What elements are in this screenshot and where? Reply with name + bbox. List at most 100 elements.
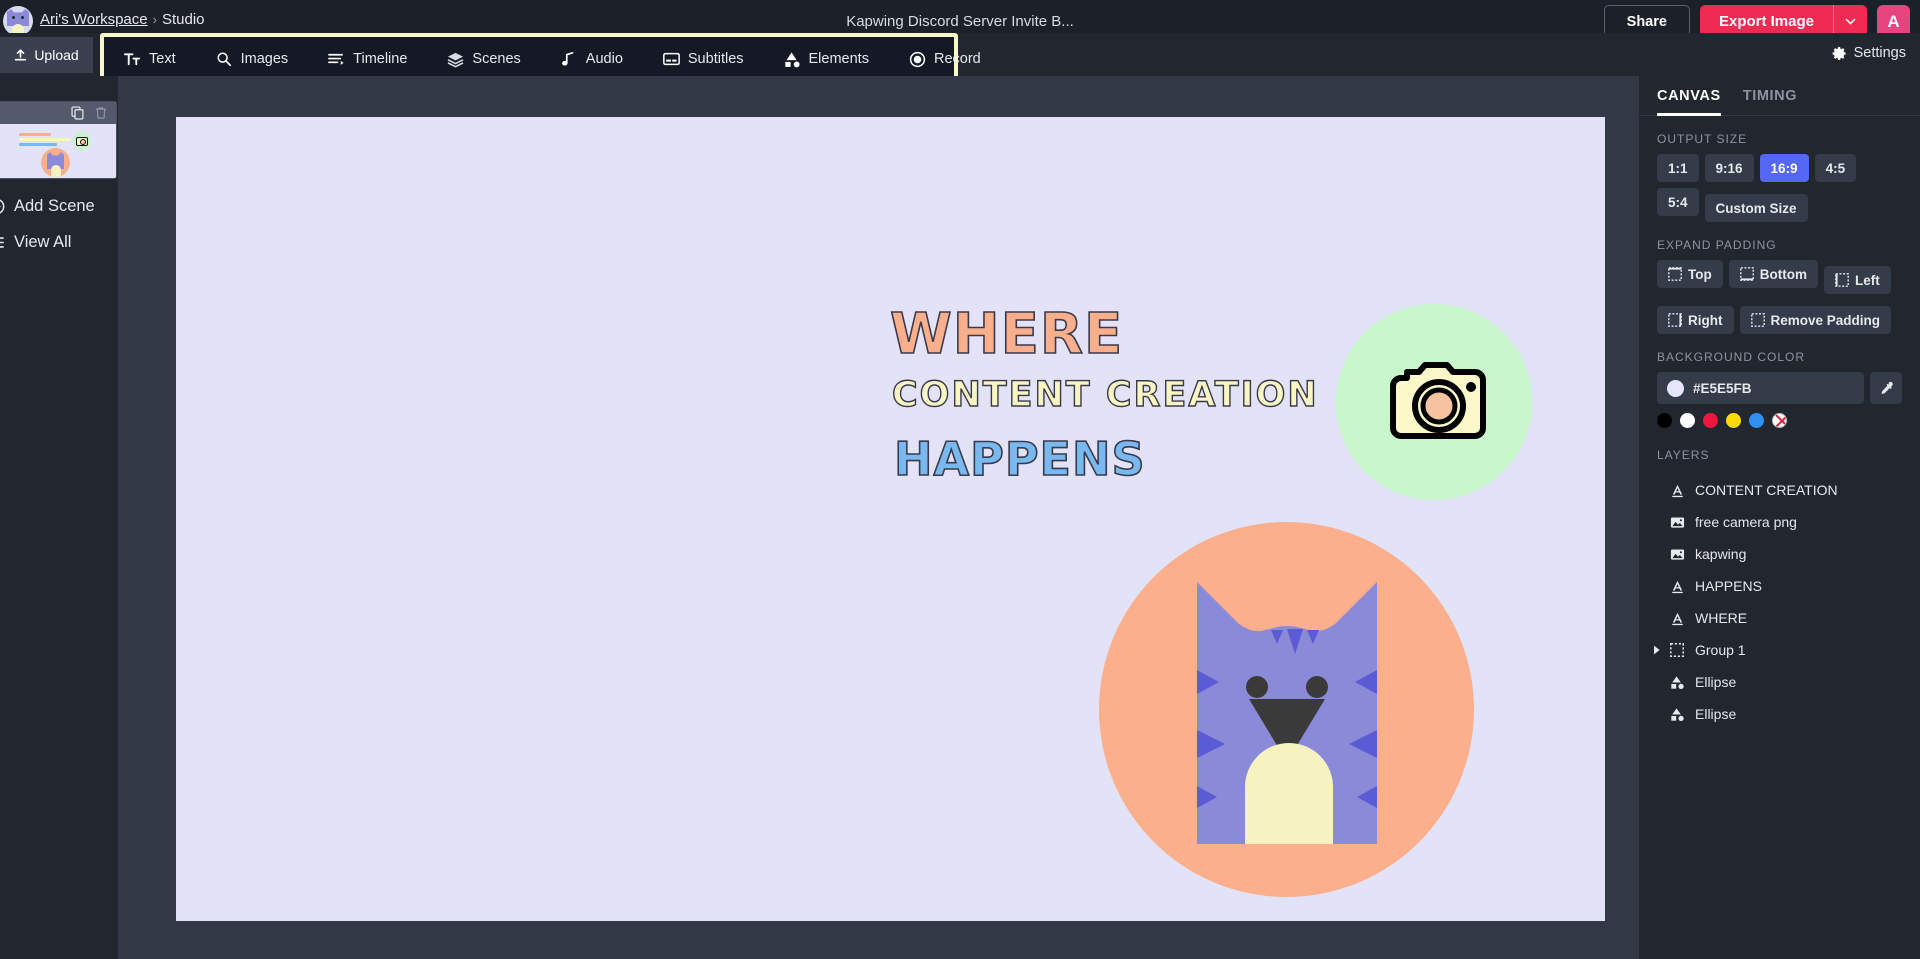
logo-cat-eye-left: [12, 16, 15, 19]
layer-row-where[interactable]: WHERE: [1647, 602, 1902, 634]
layer-row-happens[interactable]: HAPPENS: [1647, 570, 1902, 602]
layer-label: WHERE: [1695, 610, 1747, 626]
layer-label: HAPPENS: [1695, 578, 1762, 594]
music-note-icon: [561, 51, 578, 68]
toolbar-item-audio-label: Audio: [586, 51, 623, 67]
settings-label: Settings: [1854, 45, 1906, 61]
padding-left-icon: [1835, 273, 1849, 287]
toolbar-item-timeline[interactable]: Timeline: [308, 37, 427, 81]
padding-right-label: Right: [1688, 313, 1723, 328]
background-color-label: BACKGROUND COLOR: [1639, 350, 1920, 364]
toolbar-item-images[interactable]: Images: [196, 37, 309, 81]
text-icon: [124, 51, 141, 68]
toolbar-item-elements[interactable]: Elements: [764, 37, 889, 81]
layer-row-free-camera-png[interactable]: free camera png: [1647, 506, 1902, 538]
swatch-yellow[interactable]: [1726, 413, 1741, 428]
eyedropper-button[interactable]: [1870, 372, 1902, 404]
swatch-transparent[interactable]: [1772, 413, 1787, 428]
shapes-icon: [784, 51, 801, 68]
swatch-white[interactable]: [1680, 413, 1695, 428]
aspect-ratio-16-9[interactable]: 16:9: [1760, 154, 1809, 182]
layer-label: Ellipse: [1695, 706, 1736, 722]
aspect-ratio-9-16[interactable]: 9:16: [1705, 154, 1754, 182]
remove-padding-icon: [1751, 313, 1765, 327]
toolbar-item-subtitles[interactable]: Subtitles: [643, 37, 764, 81]
expand-padding-label: EXPAND PADDING: [1639, 238, 1920, 252]
layer-label: free camera png: [1695, 514, 1797, 530]
layer-row-ellipse-2[interactable]: Ellipse: [1647, 698, 1902, 730]
layer-label: CONTENT CREATION: [1695, 482, 1838, 498]
kapwing-cat-illustration[interactable]: [1197, 582, 1377, 844]
chevron-right-icon[interactable]: [1652, 645, 1662, 655]
text-layer-icon: [1669, 610, 1685, 626]
aspect-ratio-4-5[interactable]: 4:5: [1815, 154, 1857, 182]
padding-top-label: Top: [1688, 267, 1712, 282]
scene-thumbnail-card[interactable]: [0, 101, 117, 179]
tab-canvas[interactable]: CANVAS: [1657, 88, 1721, 116]
gear-icon: [1832, 46, 1847, 61]
aspect-ratio-5-4[interactable]: 5:4: [1657, 188, 1699, 216]
background-color-value[interactable]: #E5E5FB: [1657, 372, 1864, 404]
canvas-text-where[interactable]: WHERE: [890, 302, 1123, 367]
background-color-row: #E5E5FB: [1639, 372, 1920, 404]
padding-bottom-label: Bottom: [1760, 267, 1807, 282]
padding-top-button[interactable]: Top: [1657, 260, 1723, 288]
timeline-icon: [328, 51, 345, 68]
thumbnail-cat-avatar: [41, 148, 70, 177]
layer-row-group-1[interactable]: Group 1: [1647, 634, 1902, 666]
layer-row-kapwing[interactable]: kapwing: [1647, 538, 1902, 570]
padding-right-button[interactable]: Right: [1657, 306, 1734, 334]
canvas-text-content-creation[interactable]: CONTENT CREATION: [892, 375, 1319, 415]
breadcrumb: Ari's Workspace › Studio: [40, 11, 205, 28]
list-icon: [0, 234, 5, 251]
toolbar-item-record-label: Record: [934, 51, 981, 67]
group-layer-icon: [1669, 642, 1685, 658]
toolbar-item-images-label: Images: [241, 51, 289, 67]
toolbar-item-scenes[interactable]: Scenes: [427, 37, 540, 81]
upload-button[interactable]: Upload: [0, 37, 93, 73]
toolbar-item-text[interactable]: Text: [104, 37, 196, 81]
add-scene-label: Add Scene: [14, 197, 95, 216]
upload-button-label: Upload: [34, 47, 78, 63]
workspace-logo-avatar[interactable]: [3, 6, 33, 36]
breadcrumb-workspace[interactable]: Ari's Workspace: [40, 11, 148, 28]
toolbar-item-timeline-label: Timeline: [353, 51, 407, 67]
kapwing-studio-app: Ari's Workspace › Studio Kapwing Discord…: [0, 0, 1920, 959]
text-layer-icon: [1669, 578, 1685, 594]
layer-row-ellipse-1[interactable]: Ellipse: [1647, 666, 1902, 698]
text-layer-icon: [1669, 482, 1685, 498]
padding-left-button[interactable]: Left: [1824, 266, 1891, 294]
subtitles-icon: [663, 51, 680, 68]
tab-timing[interactable]: TIMING: [1743, 88, 1797, 116]
remove-padding-button[interactable]: Remove Padding: [1740, 306, 1892, 334]
toolbar-item-text-label: Text: [149, 51, 176, 67]
toolbar-item-record[interactable]: Record: [889, 37, 1001, 81]
duplicate-icon[interactable]: [71, 106, 85, 120]
layers-list: CONTENT CREATION free camera png kapwing…: [1639, 470, 1920, 730]
output-size-label: OUTPUT SIZE: [1639, 132, 1920, 146]
canvas-text-happens[interactable]: HAPPENS: [894, 432, 1146, 486]
aspect-ratio-1-1[interactable]: 1:1: [1657, 154, 1699, 182]
toolbar-item-audio[interactable]: Audio: [541, 37, 643, 81]
design-canvas[interactable]: WHERE CONTENT CREATION HAPPENS: [176, 117, 1605, 921]
layer-row-content-creation[interactable]: CONTENT CREATION: [1647, 474, 1902, 506]
background-color-hex: #E5E5FB: [1693, 381, 1752, 396]
swatch-red[interactable]: [1703, 413, 1718, 428]
swatch-blue[interactable]: [1749, 413, 1764, 428]
settings-button[interactable]: Settings: [1832, 45, 1906, 61]
layer-label: Group 1: [1695, 642, 1746, 658]
layers-label: LAYERS: [1639, 448, 1920, 462]
thumbnail-text-lines: [19, 133, 71, 148]
toolbar-item-elements-label: Elements: [809, 51, 869, 67]
camera-illustration[interactable]: [1383, 360, 1493, 444]
delete-icon[interactable]: [94, 106, 108, 120]
custom-size-button[interactable]: Custom Size: [1705, 194, 1808, 222]
canvas-stage[interactable]: WHERE CONTENT CREATION HAPPENS: [118, 76, 1638, 959]
padding-bottom-icon: [1740, 267, 1754, 281]
expand-padding-options: Top Bottom Left: [1639, 260, 1920, 334]
breadcrumb-current: Studio: [162, 11, 205, 28]
padding-bottom-button[interactable]: Bottom: [1729, 260, 1818, 288]
swatch-black[interactable]: [1657, 413, 1672, 428]
layer-label: kapwing: [1695, 546, 1746, 562]
shape-layer-icon: [1669, 674, 1685, 690]
